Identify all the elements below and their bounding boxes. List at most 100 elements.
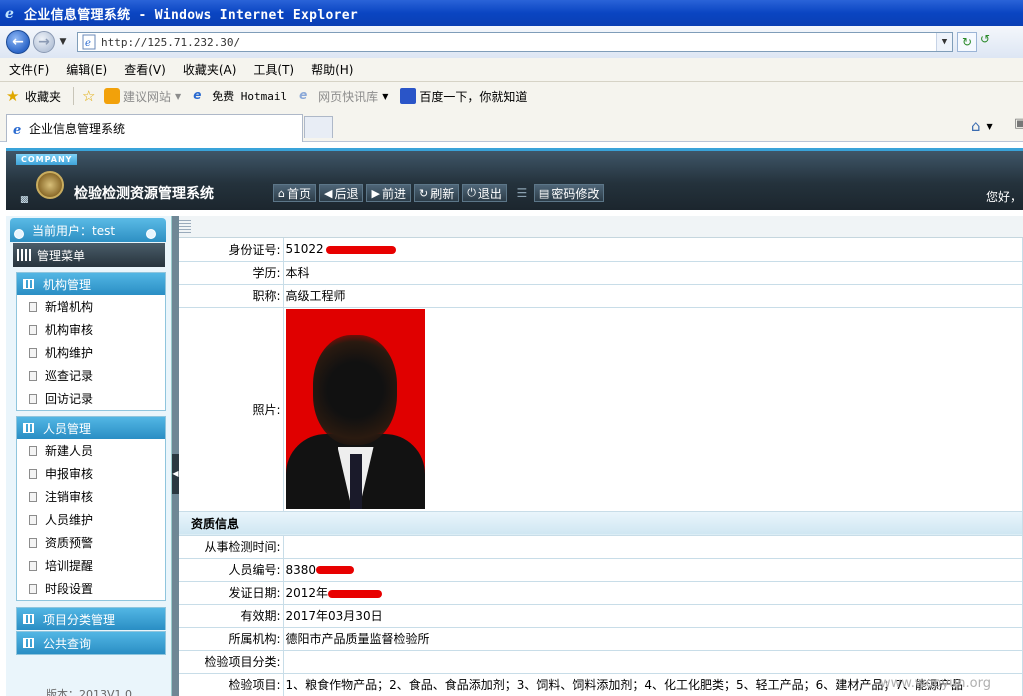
emblem-icon	[36, 171, 64, 199]
document-icon	[29, 560, 37, 571]
watermark: www.wooyun.org	[880, 676, 992, 691]
org-value: 德阳市产品质量监督检验所	[283, 627, 1023, 651]
table-row: 照片:	[179, 307, 1023, 512]
menu-tools[interactable]: 工具(T)	[253, 61, 294, 78]
work-time-label: 从事检测时间:	[179, 535, 284, 559]
fav-hotmail-label: 免费 Hotmail	[212, 90, 288, 103]
add-favorite-icon[interactable]: ☆	[82, 88, 98, 104]
sidebar-item-add-org[interactable]: 新增机构	[17, 295, 165, 318]
group-header-staff[interactable]: 人员管理	[17, 417, 165, 439]
back-button[interactable]: ←	[6, 30, 30, 54]
sidebar-item-cancel-review[interactable]: 注销审核	[17, 485, 165, 508]
fav-web-slice[interactable]: e 网页快讯库 ▼	[299, 88, 388, 105]
arrow-left-icon: ◀	[324, 186, 333, 200]
grip-icon	[179, 220, 191, 234]
logout-button[interactable]: ⏻ 退出	[462, 184, 507, 202]
table-row: 身份证号: 51022	[179, 238, 1023, 262]
fav-hotmail[interactable]: e 免费 Hotmail	[193, 88, 287, 104]
menu-file[interactable]: 文件(F)	[9, 61, 49, 78]
category-value	[283, 650, 1023, 674]
key-icon: ▤	[538, 186, 550, 200]
photo-label: 照片:	[179, 307, 284, 512]
menu-help[interactable]: 帮助(H)	[311, 61, 353, 78]
manage-menu-header: 管理菜单	[13, 243, 165, 267]
sidebar-item-staff-maintain[interactable]: 人员维护	[17, 508, 165, 531]
menu-view[interactable]: 查看(V)	[124, 61, 166, 78]
favorites-label: 收藏夹	[25, 89, 62, 104]
fav-baidu[interactable]: 百度一下，你就知道	[400, 88, 527, 105]
items-label: 检验项目:	[179, 673, 284, 696]
work-time-value	[283, 535, 1023, 559]
education-label: 学历:	[179, 261, 284, 285]
change-password-button[interactable]: ▤ 密码修改	[533, 184, 605, 202]
issue-date-cell: 2012年	[283, 581, 1023, 605]
window-titlebar: e 企业信息管理系统 - Windows Internet Explorer	[0, 0, 1023, 26]
table-row: 职称: 高级工程师	[179, 284, 1023, 308]
home-button[interactable]: ⌂ 首页	[273, 184, 316, 202]
chevron-down-icon: ▼	[175, 91, 182, 101]
document-icon	[29, 301, 37, 312]
sidebar-item-qualification-warning[interactable]: 资质预警	[17, 531, 165, 554]
sidebar-item-label: 培训提醒	[45, 559, 94, 573]
home-button[interactable]: ⌂ ▼	[971, 116, 1001, 136]
group-title: 人员管理	[43, 421, 92, 436]
org-label: 所属机构:	[179, 627, 284, 651]
collapse-arrow-icon[interactable]: ◀	[172, 454, 179, 494]
address-bar[interactable]: e http://125.71.232.30/ ▼	[77, 32, 953, 52]
sidebar-item-inspection-records[interactable]: 巡查记录	[17, 364, 165, 387]
table-row: 有效期: 2017年03月30日	[179, 604, 1023, 628]
sidebar-item-application-review[interactable]: 申报审核	[17, 462, 165, 485]
sidebar-item-visit-records[interactable]: 回访记录	[17, 387, 165, 410]
ie-page-icon: e	[299, 88, 308, 102]
document-icon	[29, 347, 37, 358]
sidebar-item-label: 巡查记录	[45, 369, 94, 383]
table-row: 发证日期: 2012年	[179, 581, 1023, 605]
sidebar-item-label: 新增机构	[45, 300, 94, 314]
sidebar-splitter[interactable]: ◀	[172, 216, 179, 696]
fav-suggested-sites[interactable]: 建议网站 ▼	[104, 88, 181, 105]
group-title: 机构管理	[43, 277, 92, 292]
staff-detail-table: 身份证号: 51022 学历: 本科 职称: 高级工程师 照片: 资质信息 从事…	[179, 238, 1023, 696]
list-icon	[23, 638, 34, 648]
group-header-public-query[interactable]: 公共查询	[17, 632, 165, 654]
tab-active[interactable]: e 企业信息管理系统	[6, 114, 303, 142]
menu-favorites[interactable]: 收藏夹(A)	[183, 61, 237, 78]
compat-view-button[interactable]: ↻	[957, 32, 977, 52]
refresh-icon[interactable]: ↺	[980, 32, 994, 52]
feeds-icon[interactable]: ▣	[1014, 116, 1023, 134]
company-tag: COMPANY	[16, 154, 78, 165]
group-header-project-category[interactable]: 项目分类管理	[17, 608, 165, 630]
svg-text:e: e	[85, 38, 91, 49]
svg-text:e: e	[5, 6, 14, 21]
sidebar-item-training-reminder[interactable]: 培训提醒	[17, 554, 165, 577]
back-button[interactable]: ◀ 后退	[319, 184, 364, 202]
education-value: 本科	[283, 261, 1023, 285]
refresh-button[interactable]: ↻ 刷新	[413, 184, 460, 202]
new-tab-button[interactable]	[304, 116, 333, 138]
forward-button[interactable]: ▶ 前进	[366, 184, 411, 202]
staff-no-value: 8380	[285, 562, 317, 577]
photo-cell	[283, 307, 1023, 512]
back-label: 后退	[334, 186, 359, 201]
menu-bar: 文件(F) 编辑(E) 查看(V) 收藏夹(A) 工具(T) 帮助(H)	[0, 58, 1023, 82]
group-org-management: 机构管理 新增机构 机构审核 机构维护 巡查记录 回访记录	[16, 272, 166, 411]
menu-edit[interactable]: 编辑(E)	[66, 61, 107, 78]
history-dropdown[interactable]: ▼	[57, 37, 69, 47]
forward-button[interactable]: →	[33, 31, 55, 53]
sidebar-item-time-settings[interactable]: 时段设置	[17, 577, 165, 600]
sidebar-item-new-staff[interactable]: 新建人员	[17, 439, 165, 462]
pin-icon	[146, 229, 156, 239]
favorites-button[interactable]: ★ 收藏夹	[6, 88, 61, 105]
sidebar-item-org-review[interactable]: 机构审核	[17, 318, 165, 341]
sidebar-item-org-maintain[interactable]: 机构维护	[17, 341, 165, 364]
address-text[interactable]: http://125.71.232.30/	[101, 36, 936, 49]
group-header-org[interactable]: 机构管理	[17, 273, 165, 295]
sidebar-item-label: 机构维护	[45, 346, 94, 360]
sidebar-item-label: 申报审核	[45, 467, 94, 481]
power-icon: ⏻	[467, 186, 476, 199]
title-label: 职称:	[179, 284, 284, 308]
sidebar-item-label: 人员维护	[45, 513, 94, 527]
address-dropdown-icon[interactable]: ▼	[936, 33, 952, 51]
refresh-icon: ↻	[418, 186, 429, 200]
staff-no-cell: 8380	[283, 558, 1023, 582]
